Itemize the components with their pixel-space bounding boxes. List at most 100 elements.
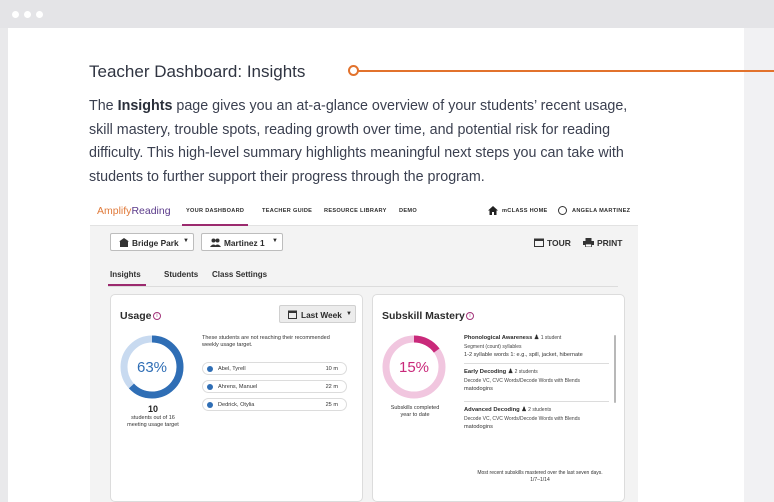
mastery-caption-1: Subskills completed — [390, 405, 440, 411]
student-row[interactable]: Abel, Tyrell 10 m — [202, 362, 347, 375]
student-minutes: 10 m — [325, 366, 338, 372]
mastery-title: Subskill Mastery — [382, 310, 465, 322]
school-select-value: Bridge Park — [132, 238, 179, 248]
mastery-footer-2: 1/7–1/14 — [530, 477, 550, 483]
mastery-footer: Most recent subskills mastered over the … — [465, 470, 615, 484]
logo-text-amplify: Amplify — [97, 205, 132, 217]
chevron-down-icon: ▼ — [346, 311, 352, 317]
subskill-mastery-card: Subskill Mastery i 15% Subskills complet… — [372, 294, 625, 502]
range-select-value: Last Week — [301, 310, 342, 320]
class-select[interactable]: Martinez 1 ▼ — [201, 233, 283, 251]
nav-resource-library[interactable]: RESOURCE LIBRARY — [324, 208, 387, 214]
student-icon — [207, 366, 213, 372]
skill-name: Early Decoding — [464, 369, 507, 375]
print-icon[interactable] — [583, 238, 594, 247]
home-icon[interactable] — [488, 206, 498, 215]
skill-student-count: 1 student — [540, 335, 562, 341]
usage-note-line-2: weekly usage target. — [202, 342, 253, 348]
nav-mclass-home[interactable]: mCLASS HOME — [502, 208, 548, 214]
skill-student-count: 2 students — [528, 407, 552, 413]
skill-heading: Early Decoding ♟ 2 students — [464, 369, 538, 375]
app-screenshot: AmplifyReading YOUR DASHBOARD TEACHER GU… — [90, 198, 638, 502]
student-row[interactable]: Ahrens, Manuel 22 m — [202, 380, 347, 393]
document-page: Teacher Dashboard: Insights The Insights… — [8, 28, 774, 502]
mastery-donut-chart: 15% — [382, 335, 446, 399]
window-controls — [12, 11, 43, 18]
nav-demo[interactable]: DEMO — [399, 208, 417, 214]
calendar-icon — [288, 310, 297, 319]
logo-text-reading: Reading — [131, 205, 171, 217]
chevron-down-icon: ▼ — [272, 238, 278, 244]
skill-heading: Phonological Awareness ♟ 1 student — [464, 335, 561, 341]
school-icon — [119, 238, 129, 247]
window-titlebar — [0, 0, 774, 28]
person-icon: ♟ — [507, 369, 515, 375]
callout-dot — [348, 65, 359, 76]
tour-button[interactable]: TOUR — [547, 238, 571, 248]
skill-example: matodogins — [464, 424, 493, 430]
mastery-percent-label: 15% — [399, 359, 429, 376]
info-icon[interactable]: i — [466, 312, 474, 320]
usage-card: Usage i Last Week ▼ 63% 10 students out … — [110, 294, 363, 502]
skill-divider — [464, 401, 609, 402]
skill-subskill: Decode VC, CVC Words/Decode Words with B… — [464, 378, 580, 384]
class-select-value: Martinez 1 — [224, 238, 265, 248]
mastery-caption-2: year to date — [400, 412, 430, 418]
user-avatar-icon[interactable] — [558, 206, 567, 215]
student-name: Ahrens, Manuel — [218, 384, 258, 390]
usage-note-line-1: These students are not reaching their re… — [202, 335, 330, 341]
window-dot-minimize[interactable] — [24, 11, 31, 18]
mastery-caption: Subskills completed year to date — [379, 405, 451, 419]
student-name: Dedrick, Otylia — [218, 402, 255, 408]
print-button[interactable]: PRINT — [597, 238, 623, 248]
right-gutter — [744, 28, 774, 502]
skill-student-count: 2 students — [514, 369, 538, 375]
nav-your-dashboard[interactable]: YOUR DASHBOARD — [186, 208, 244, 214]
skill-name: Advanced Decoding — [464, 407, 520, 413]
usage-count: 10 — [147, 404, 158, 414]
skill-example: matodogins — [464, 386, 493, 392]
usage-donut-chart: 63% — [120, 335, 184, 399]
skill-example: 1-2 syllable words 1: e.g., spill, jacke… — [464, 352, 583, 358]
tour-icon[interactable] — [534, 238, 544, 247]
usage-count-block: 10 students out of 16 meeting usage targ… — [117, 404, 189, 429]
tab-students[interactable]: Students — [164, 270, 198, 279]
chevron-down-icon: ▼ — [183, 238, 189, 244]
mastery-footer-1: Most recent subskills mastered over the … — [477, 470, 603, 476]
usage-note: These students are not reaching their re… — [202, 335, 330, 349]
intro-text-bold: Insights — [117, 98, 173, 114]
student-minutes: 22 m — [325, 384, 338, 390]
usage-title: Usage — [120, 310, 152, 322]
student-icon — [207, 384, 213, 390]
tab-class-settings[interactable]: Class Settings — [212, 270, 267, 279]
usage-percent-label: 63% — [137, 359, 167, 376]
skill-name: Phonological Awareness — [464, 335, 533, 341]
page-title: Teacher Dashboard: Insights — [89, 62, 306, 81]
nav-teacher-guide[interactable]: TEACHER GUIDE — [262, 208, 312, 214]
usage-count-caption-1: students out of 16 — [131, 415, 175, 421]
range-select[interactable]: Last Week ▼ — [279, 305, 356, 323]
intro-text-pre: The — [89, 98, 118, 114]
tabs-divider — [108, 286, 618, 287]
user-name[interactable]: ANGELA MARTINEZ — [572, 208, 630, 214]
window-dot-maximize[interactable] — [36, 11, 43, 18]
school-select[interactable]: Bridge Park ▼ — [110, 233, 194, 251]
intro-paragraph: The Insights page gives you an at-a-glan… — [89, 95, 649, 189]
app-header: AmplifyReading YOUR DASHBOARD TEACHER GU… — [90, 198, 638, 226]
group-icon — [210, 238, 221, 247]
tab-insights[interactable]: Insights — [110, 270, 141, 279]
window-dot-close[interactable] — [12, 11, 19, 18]
nav-active-indicator — [182, 224, 248, 226]
student-row[interactable]: Dedrick, Otylia 25 m — [202, 398, 347, 411]
skill-heading: Advanced Decoding ♟ 2 students — [464, 407, 551, 413]
student-minutes: 25 m — [325, 402, 338, 408]
info-icon[interactable]: i — [153, 312, 161, 320]
callout-line — [356, 70, 774, 72]
person-icon: ♟ — [533, 335, 541, 341]
amplify-reading-logo[interactable]: AmplifyReading — [97, 205, 171, 217]
skill-subskill: Decode VC, CVC Words/Decode Words with B… — [464, 416, 580, 422]
skill-divider — [464, 363, 609, 364]
student-name: Abel, Tyrell — [218, 366, 246, 372]
student-icon — [207, 402, 213, 408]
skills-scrollbar[interactable] — [614, 335, 616, 403]
